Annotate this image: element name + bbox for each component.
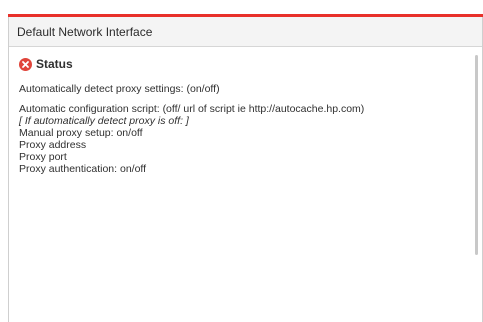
app-frame: Default Network Interface Status Automat… xyxy=(0,0,483,322)
status-title: Status xyxy=(36,57,73,71)
panel-body: Status Automatically detect proxy settin… xyxy=(9,47,482,321)
panel-header: Default Network Interface xyxy=(9,17,482,47)
manual-proxy-setup-text: Manual proxy setup: on/off xyxy=(19,127,143,139)
status-heading: Status xyxy=(19,57,482,71)
proxy-authentication-text: Proxy authentication: on/off xyxy=(19,163,147,175)
proxy-address-text: Proxy address xyxy=(19,139,87,151)
auto-config-script-text: Automatic configuration script: (off/ ur… xyxy=(19,103,365,115)
proxy-port-text: Proxy port xyxy=(19,151,67,163)
auto-detect-off-note: [ If automatically detect proxy is off: … xyxy=(19,115,189,127)
error-x-icon xyxy=(19,57,32,71)
vertical-scrollbar[interactable] xyxy=(475,55,478,255)
panel-title: Default Network Interface xyxy=(17,24,153,39)
proxy-detect-setting-text: Automatically detect proxy settings: (on… xyxy=(19,83,220,95)
network-interface-panel: Default Network Interface Status Automat… xyxy=(8,17,483,322)
